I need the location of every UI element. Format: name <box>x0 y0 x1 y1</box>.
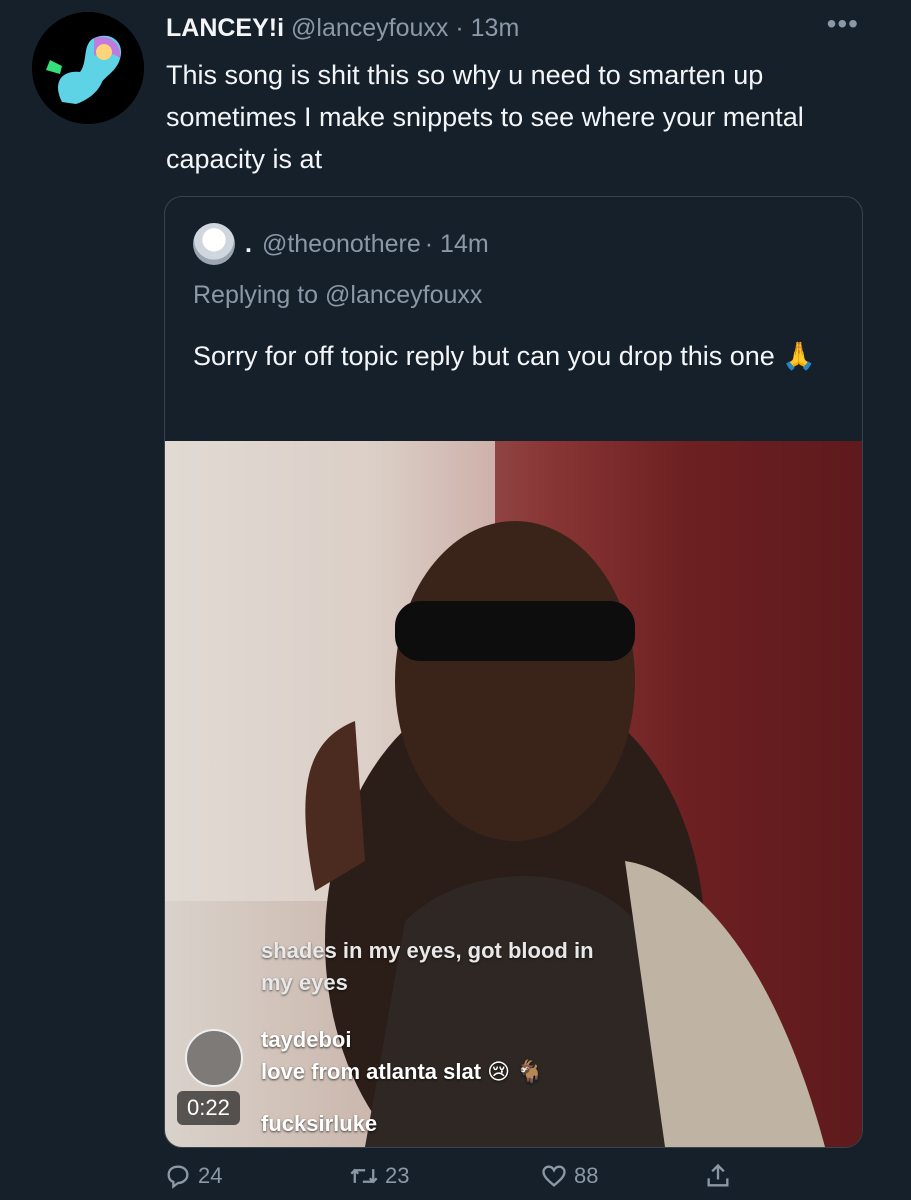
like-icon <box>542 1165 566 1187</box>
video-player[interactable]: shades in my eyes, got blood in my eyes … <box>165 441 862 1147</box>
video-duration: 0:22 <box>177 1091 240 1125</box>
quoted-time: · 14m <box>424 229 489 258</box>
share-button[interactable] <box>704 1162 732 1190</box>
more-icon[interactable]: ••• <box>827 8 859 40</box>
like-button[interactable]: 88 <box>540 1162 598 1190</box>
caption-line-1: shades in my eyes, got blood in <box>261 938 594 963</box>
reply-count: 24 <box>198 1163 223 1188</box>
retweet-button[interactable]: 23 <box>349 1162 409 1190</box>
reply-button[interactable]: 24 <box>164 1162 222 1190</box>
retweet-count: 23 <box>385 1163 410 1188</box>
quoted-author-handle: @theonothere <box>261 229 421 258</box>
tweet-text: This song is shit this so why u need to … <box>166 60 804 174</box>
like-count: 88 <box>574 1163 599 1188</box>
tweet-header: LANCEY!i @lanceyfouxx · 13m <box>166 14 519 43</box>
comment-user-2: fucksirluke <box>261 1111 378 1136</box>
caption-line-2: my eyes <box>261 970 348 995</box>
comment-text: love from atlanta slat 😢 🐐 <box>261 1059 544 1084</box>
quoted-author-name: . <box>245 229 252 258</box>
retweet-icon <box>350 1168 378 1184</box>
replying-prefix: Replying to <box>193 281 319 309</box>
author-avatar[interactable] <box>32 12 144 124</box>
tweet-actions: 24 23 88 <box>164 1162 864 1192</box>
author-handle[interactable]: @lanceyfouxx <box>291 14 448 42</box>
reply-icon <box>167 1165 189 1189</box>
quoted-header: . @theonothere · 14m <box>193 223 489 265</box>
quoted-text: Sorry for off topic reply but can you dr… <box>193 341 816 371</box>
comment-avatar <box>185 1029 243 1087</box>
comment-user: taydeboi <box>261 1027 352 1052</box>
quoted-tweet[interactable]: . @theonothere · 14m Replying to @lancey… <box>164 196 863 1148</box>
replying-handle[interactable]: @lanceyfouxx <box>325 281 482 309</box>
quoted-avatar <box>193 223 235 265</box>
video-caption: shades in my eyes, got blood in my eyes <box>261 935 594 999</box>
replying-to: Replying to @lanceyfouxx <box>193 281 482 310</box>
author-name[interactable]: LANCEY!i <box>166 14 284 42</box>
tweet-time[interactable]: · 13m <box>455 14 519 42</box>
share-icon <box>707 1163 729 1187</box>
